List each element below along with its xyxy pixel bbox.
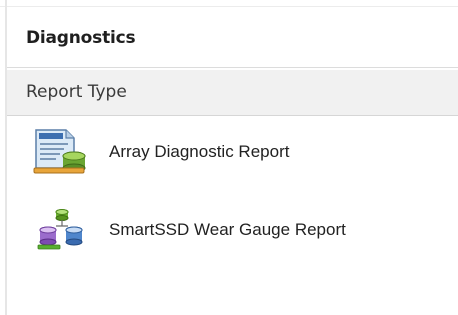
smartssd-wear-gauge-report-label: SmartSSD Wear Gauge Report <box>109 220 346 239</box>
diagnostics-panel: Diagnostics Report Type Array Diagnostic… <box>0 0 458 315</box>
array-diagnostic-report-icon <box>30 124 90 176</box>
panel-header: Diagnostics <box>7 7 458 68</box>
smartssd-wear-gauge-report-link[interactable]: SmartSSD Wear Gauge Report <box>30 202 450 254</box>
array-diagnostic-report-link[interactable]: Array Diagnostic Report <box>30 124 450 176</box>
smartssd-wear-gauge-icon <box>30 202 90 254</box>
panel-title: Diagnostics <box>26 28 136 48</box>
section-title: Report Type <box>26 82 127 102</box>
report-type-section-header: Report Type <box>7 70 458 116</box>
array-diagnostic-report-label: Array Diagnostic Report <box>109 142 290 161</box>
